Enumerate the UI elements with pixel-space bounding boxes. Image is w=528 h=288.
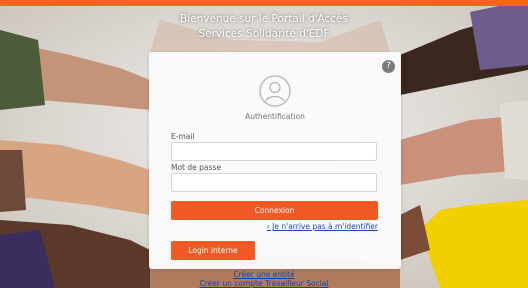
- welcome-line-2: Services Solidarité d'EDF: [198, 28, 330, 40]
- connexion-button[interactable]: Connexion: [171, 201, 378, 220]
- password-field[interactable]: [171, 173, 377, 192]
- user-circle-icon: [259, 75, 291, 107]
- footer-links: Créer une entité Créer un compte Travail…: [0, 270, 528, 288]
- auth-title: Authentification: [245, 112, 305, 121]
- top-accent-bar: [0, 0, 528, 6]
- password-label: Mot de passe: [171, 163, 221, 172]
- help-icon[interactable]: ?: [382, 60, 395, 73]
- email-field[interactable]: [171, 142, 377, 161]
- forgot-credentials-link[interactable]: › Je n'arrive pas à m'identifier: [171, 222, 378, 231]
- create-entity-link[interactable]: Créer une entité: [0, 270, 528, 279]
- login-panel: ? Authentification E-mail Mot de passe C…: [149, 52, 401, 269]
- welcome-banner: Bienvenue sur le Portail d'Accès Service…: [0, 12, 528, 42]
- welcome-line-1: Bienvenue sur le Portail d'Accès: [180, 13, 348, 25]
- email-label: E-mail: [171, 132, 195, 141]
- internal-login-button[interactable]: Login interne: [171, 241, 255, 260]
- create-social-worker-link[interactable]: Créer un compte Travailleur Social: [0, 279, 528, 288]
